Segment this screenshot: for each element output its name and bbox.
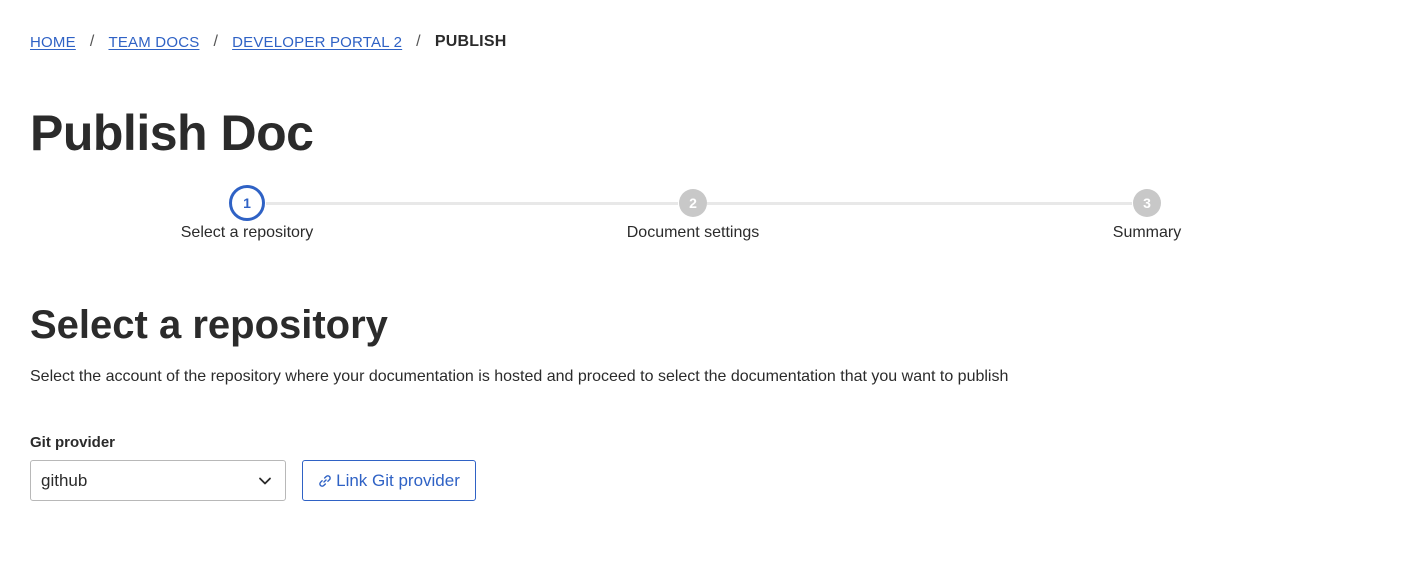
link-git-provider-label: Link Git provider: [336, 470, 460, 490]
step-1-indicator[interactable]: 1: [229, 185, 265, 221]
git-provider-label: Git provider: [30, 434, 116, 451]
breadcrumb-developer-portal-link[interactable]: DEVELOPER PORTAL 2: [232, 34, 402, 51]
breadcrumb-separator: /: [213, 33, 219, 50]
breadcrumb-team-docs-link[interactable]: TEAM DOCS: [108, 34, 199, 51]
stepper-connector: [707, 202, 1132, 205]
git-provider-value: github: [41, 470, 88, 490]
step-1-label: Select a repository: [180, 224, 314, 241]
page: HOME / TEAM DOCS / DEVELOPER PORTAL 2 / …: [0, 0, 1403, 562]
chevron-down-icon: [257, 473, 273, 489]
stepper: 1 Select a repository 2 Document setting…: [0, 185, 1403, 255]
section-title: Select a repository: [30, 303, 388, 347]
page-title: Publish Doc: [30, 105, 314, 161]
git-provider-select[interactable]: github: [30, 460, 286, 501]
breadcrumb-current: PUBLISH: [434, 33, 507, 50]
step-2-label: Document settings: [626, 224, 760, 241]
breadcrumb: HOME / TEAM DOCS / DEVELOPER PORTAL 2 / …: [30, 33, 506, 51]
link-git-provider-button[interactable]: Link Git provider: [302, 460, 476, 501]
link-icon: [318, 474, 332, 488]
step-2-indicator[interactable]: 2: [679, 189, 707, 217]
breadcrumb-home-link[interactable]: HOME: [30, 34, 76, 51]
breadcrumb-separator: /: [416, 33, 421, 50]
section-description: Select the account of the repository whe…: [30, 368, 1009, 385]
step-3-indicator[interactable]: 3: [1133, 189, 1161, 217]
step-3-label: Summary: [1112, 224, 1182, 241]
stepper-connector: [266, 202, 678, 205]
breadcrumb-separator: /: [89, 33, 95, 50]
